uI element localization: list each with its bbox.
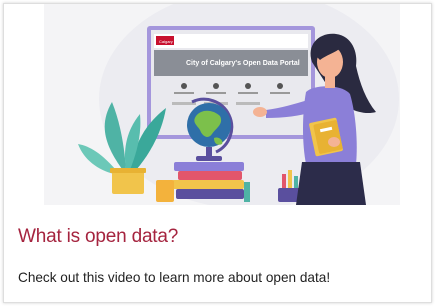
screen-heading: City of Calgary's Open Data Portal: [186, 60, 300, 67]
video-card[interactable]: Calgary City of Calgary's Open Data Port…: [3, 3, 432, 303]
card-title[interactable]: What is open data?: [18, 226, 178, 248]
card-description: Check out this video to learn more about…: [18, 270, 331, 285]
screen-badge: Calgary: [159, 39, 173, 44]
video-thumbnail[interactable]: Calgary City of Calgary's Open Data Port…: [44, 4, 400, 205]
video-thumbnail-illustration: Calgary City of Calgary's Open Data Port…: [44, 4, 400, 205]
